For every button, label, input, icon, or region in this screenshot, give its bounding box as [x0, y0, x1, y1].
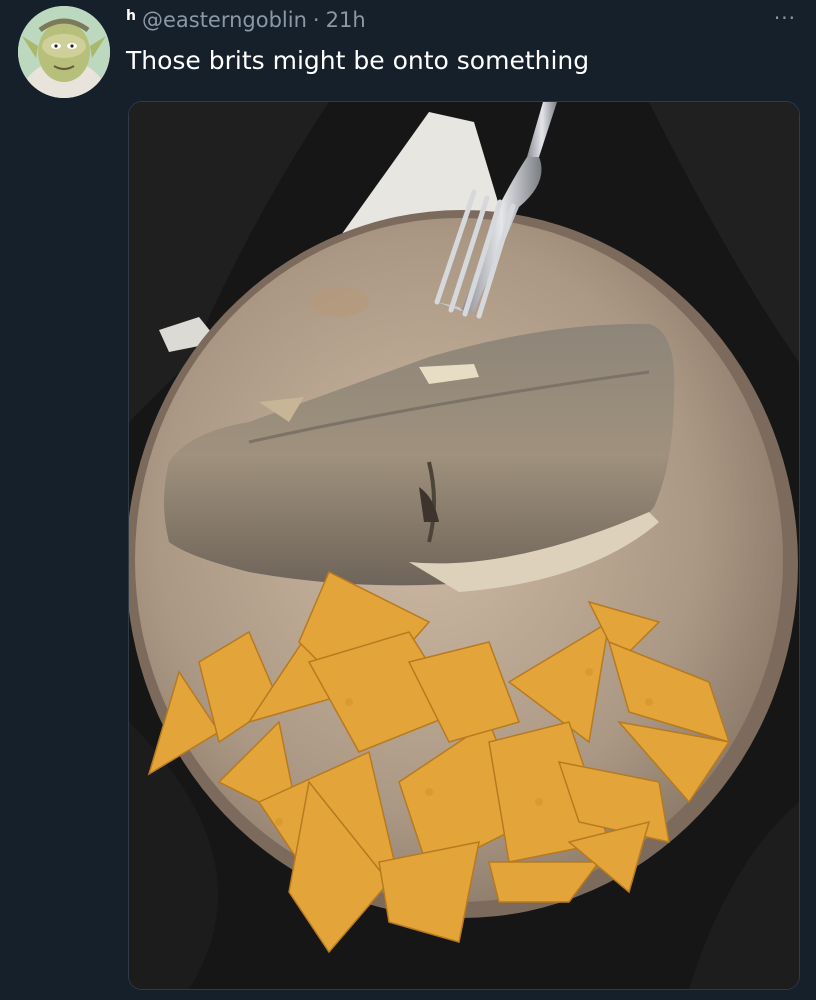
tweet-header: h @easterngoblin · 21h	[126, 6, 366, 34]
tweet-photo[interactable]	[128, 101, 800, 990]
user-handle[interactable]: @easterngoblin	[142, 8, 307, 32]
tweet-text: Those brits might be onto something	[126, 46, 590, 75]
avatar[interactable]	[18, 6, 110, 98]
goblin-avatar-icon	[18, 6, 110, 98]
photo-image	[129, 102, 799, 989]
more-options-icon[interactable]: ···	[774, 6, 796, 30]
timestamp[interactable]: 21h	[326, 8, 366, 32]
display-name[interactable]: h	[126, 8, 136, 24]
separator-dot: ·	[312, 8, 320, 32]
